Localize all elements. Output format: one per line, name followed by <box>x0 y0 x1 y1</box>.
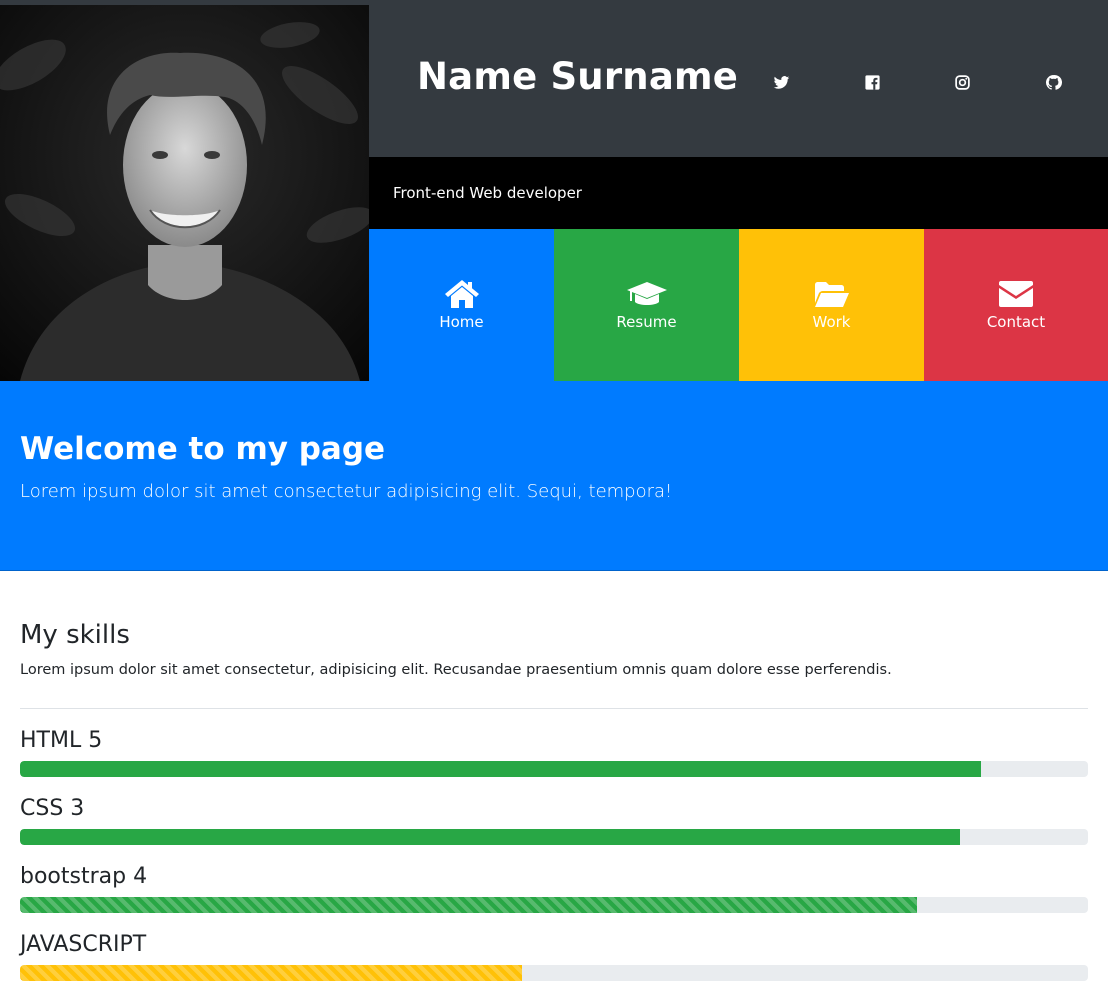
nav-contact-label: Contact <box>986 313 1046 331</box>
nav-work-label: Work <box>812 313 851 331</box>
skill-progress-bar <box>20 829 960 845</box>
nav-home[interactable]: Home <box>369 229 554 381</box>
skill-name: HTML 5 <box>20 728 103 753</box>
welcome-title: Welcome to my page <box>20 431 386 467</box>
skill-name: CSS 3 <box>20 796 85 821</box>
skills-intro: Lorem ipsum dolor sit amet consectetur, … <box>20 662 892 678</box>
profile-photo <box>0 5 369 381</box>
skill-item: JAVASCRIPT <box>20 913 1088 981</box>
facebook-icon[interactable] <box>861 71 883 93</box>
nav-resume[interactable]: Resume <box>554 229 739 381</box>
profile-role: Front-end Web developer <box>393 184 582 202</box>
hero-header: Name Surname Front-end Web developer Hom… <box>0 5 1108 381</box>
envelope-icon <box>998 279 1034 309</box>
folder-open-icon <box>813 279 851 309</box>
skill-name: JAVASCRIPT <box>20 932 147 957</box>
skill-progress-track <box>20 897 1088 913</box>
nav-home-label: Home <box>439 313 484 331</box>
welcome-jumbotron: Welcome to my page Lorem ipsum dolor sit… <box>0 381 1108 571</box>
home-icon <box>444 279 480 309</box>
welcome-text: Lorem ipsum dolor sit amet consectetur a… <box>20 481 673 502</box>
twitter-icon[interactable] <box>770 71 792 93</box>
instagram-icon[interactable] <box>951 71 973 93</box>
role-bar: Front-end Web developer <box>369 157 1108 229</box>
skill-progress-bar <box>20 761 982 777</box>
skill-item: bootstrap 4 <box>20 845 1088 913</box>
skill-progress-track <box>20 829 1088 845</box>
main-nav: Home Resume Work Contact <box>369 229 1108 381</box>
github-icon[interactable] <box>1042 71 1064 93</box>
skill-name: bootstrap 4 <box>20 864 148 889</box>
skill-item: HTML 5 <box>20 709 1088 777</box>
name-bar: Name Surname <box>369 5 1108 157</box>
skill-item: CSS 3 <box>20 777 1088 845</box>
skill-progress-bar <box>20 897 918 913</box>
skills-section: My skills Lorem ipsum dolor sit amet con… <box>20 620 1088 981</box>
nav-work[interactable]: Work <box>739 229 924 381</box>
nav-contact[interactable]: Contact <box>924 229 1108 381</box>
nav-resume-label: Resume <box>616 313 677 331</box>
profile-name: Name Surname <box>417 55 739 98</box>
skill-list: HTML 5 CSS 3 bootstrap 4 JAVASCRIPT <box>20 709 1088 981</box>
skills-title: My skills <box>20 620 130 650</box>
skill-progress-track <box>20 965 1088 981</box>
graduation-cap-icon <box>626 279 668 309</box>
skill-progress-bar <box>20 965 522 981</box>
skill-progress-track <box>20 761 1088 777</box>
